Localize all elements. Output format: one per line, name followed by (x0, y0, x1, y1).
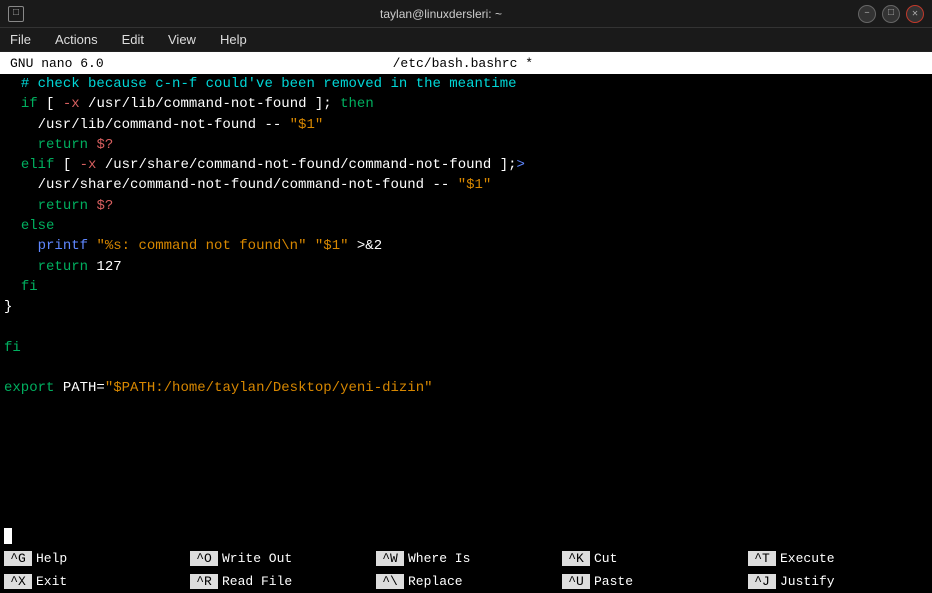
window-title: taylan@linuxdersleri: ~ (380, 7, 502, 21)
code-line (4, 318, 928, 338)
menu-edit[interactable]: Edit (118, 30, 148, 49)
code-line: printf "%s: command not found\n" "$1" >&… (4, 236, 928, 256)
shortcut-label-justify: Justify (780, 574, 835, 589)
shortcut-key-write-out: ^O (190, 551, 218, 566)
titlebar: □ taylan@linuxdersleri: ~ – □ ✕ (0, 0, 932, 28)
code-line: fi (4, 338, 928, 358)
code-line: } (4, 297, 928, 317)
titlebar-left: □ (8, 6, 24, 22)
shortcut-help[interactable]: ^G Help (0, 551, 186, 566)
shortcut-label-where-is: Where Is (408, 551, 470, 566)
nano-header: GNU nano 6.0 /etc/bash.bashrc * (0, 52, 932, 74)
nano-version: GNU nano 6.0 (10, 56, 104, 71)
shortcut-write-out[interactable]: ^O Write Out (186, 551, 372, 566)
code-line: /usr/share/command-not-found/command-not… (4, 175, 928, 195)
shortcuts-row-2: ^X Exit ^R Read File ^\ Replace ^U Paste… (0, 571, 932, 593)
menubar: File Actions Edit View Help (0, 28, 932, 52)
code-line: fi (4, 277, 928, 297)
window-controls[interactable]: – □ ✕ (858, 5, 924, 23)
shortcut-key-read-file: ^R (190, 574, 218, 589)
shortcut-key-where-is: ^W (376, 551, 404, 566)
menu-view[interactable]: View (164, 30, 200, 49)
close-button[interactable]: ✕ (906, 5, 924, 23)
shortcut-label-paste: Paste (594, 574, 633, 589)
code-line: return $? (4, 196, 928, 216)
shortcuts-bar: ^G Help ^O Write Out ^W Where Is ^K Cut … (0, 547, 932, 593)
maximize-button[interactable]: □ (882, 5, 900, 23)
code-line: # check because c-n-f could've been remo… (4, 74, 928, 94)
minimize-button[interactable]: – (858, 5, 876, 23)
shortcut-paste[interactable]: ^U Paste (558, 574, 744, 589)
code-line: export PATH="$PATH:/home/taylan/Desktop/… (4, 378, 928, 398)
code-line: elif [ -x /usr/share/command-not-found/c… (4, 155, 928, 175)
editor-area[interactable]: # check because c-n-f could've been remo… (0, 74, 932, 525)
shortcut-justify[interactable]: ^J Justify (744, 574, 930, 589)
shortcut-key-replace: ^\ (376, 574, 404, 589)
code-line: /usr/lib/command-not-found -- "$1" (4, 115, 928, 135)
shortcut-cut[interactable]: ^K Cut (558, 551, 744, 566)
code-line: return $? (4, 135, 928, 155)
code-line (4, 358, 928, 378)
menu-help[interactable]: Help (216, 30, 251, 49)
shortcut-label-exit: Exit (36, 574, 67, 589)
shortcut-key-justify: ^J (748, 574, 776, 589)
shortcut-label-help: Help (36, 551, 67, 566)
shortcut-execute[interactable]: ^T Execute (744, 551, 930, 566)
shortcut-replace[interactable]: ^\ Replace (372, 574, 558, 589)
window-icon: □ (8, 6, 24, 22)
shortcut-label-write-out: Write Out (222, 551, 292, 566)
code-line: else (4, 216, 928, 236)
shortcut-label-replace: Replace (408, 574, 463, 589)
shortcut-label-execute: Execute (780, 551, 835, 566)
shortcut-key-exit: ^X (4, 574, 32, 589)
nano-filename: /etc/bash.bashrc * (104, 56, 822, 71)
text-cursor (4, 528, 12, 544)
shortcut-key-cut: ^K (562, 551, 590, 566)
code-line: if [ -x /usr/lib/command-not-found ]; th… (4, 94, 928, 114)
shortcut-key-help: ^G (4, 551, 32, 566)
shortcut-label-cut: Cut (594, 551, 617, 566)
shortcut-label-read-file: Read File (222, 574, 292, 589)
shortcut-exit[interactable]: ^X Exit (0, 574, 186, 589)
menu-actions[interactable]: Actions (51, 30, 102, 49)
shortcut-where-is[interactable]: ^W Where Is (372, 551, 558, 566)
shortcut-key-execute: ^T (748, 551, 776, 566)
code-line: return 127 (4, 257, 928, 277)
shortcuts-row-1: ^G Help ^O Write Out ^W Where Is ^K Cut … (0, 548, 932, 570)
menu-file[interactable]: File (6, 30, 35, 49)
cursor-line (0, 525, 932, 547)
shortcut-read-file[interactable]: ^R Read File (186, 574, 372, 589)
shortcut-key-paste: ^U (562, 574, 590, 589)
